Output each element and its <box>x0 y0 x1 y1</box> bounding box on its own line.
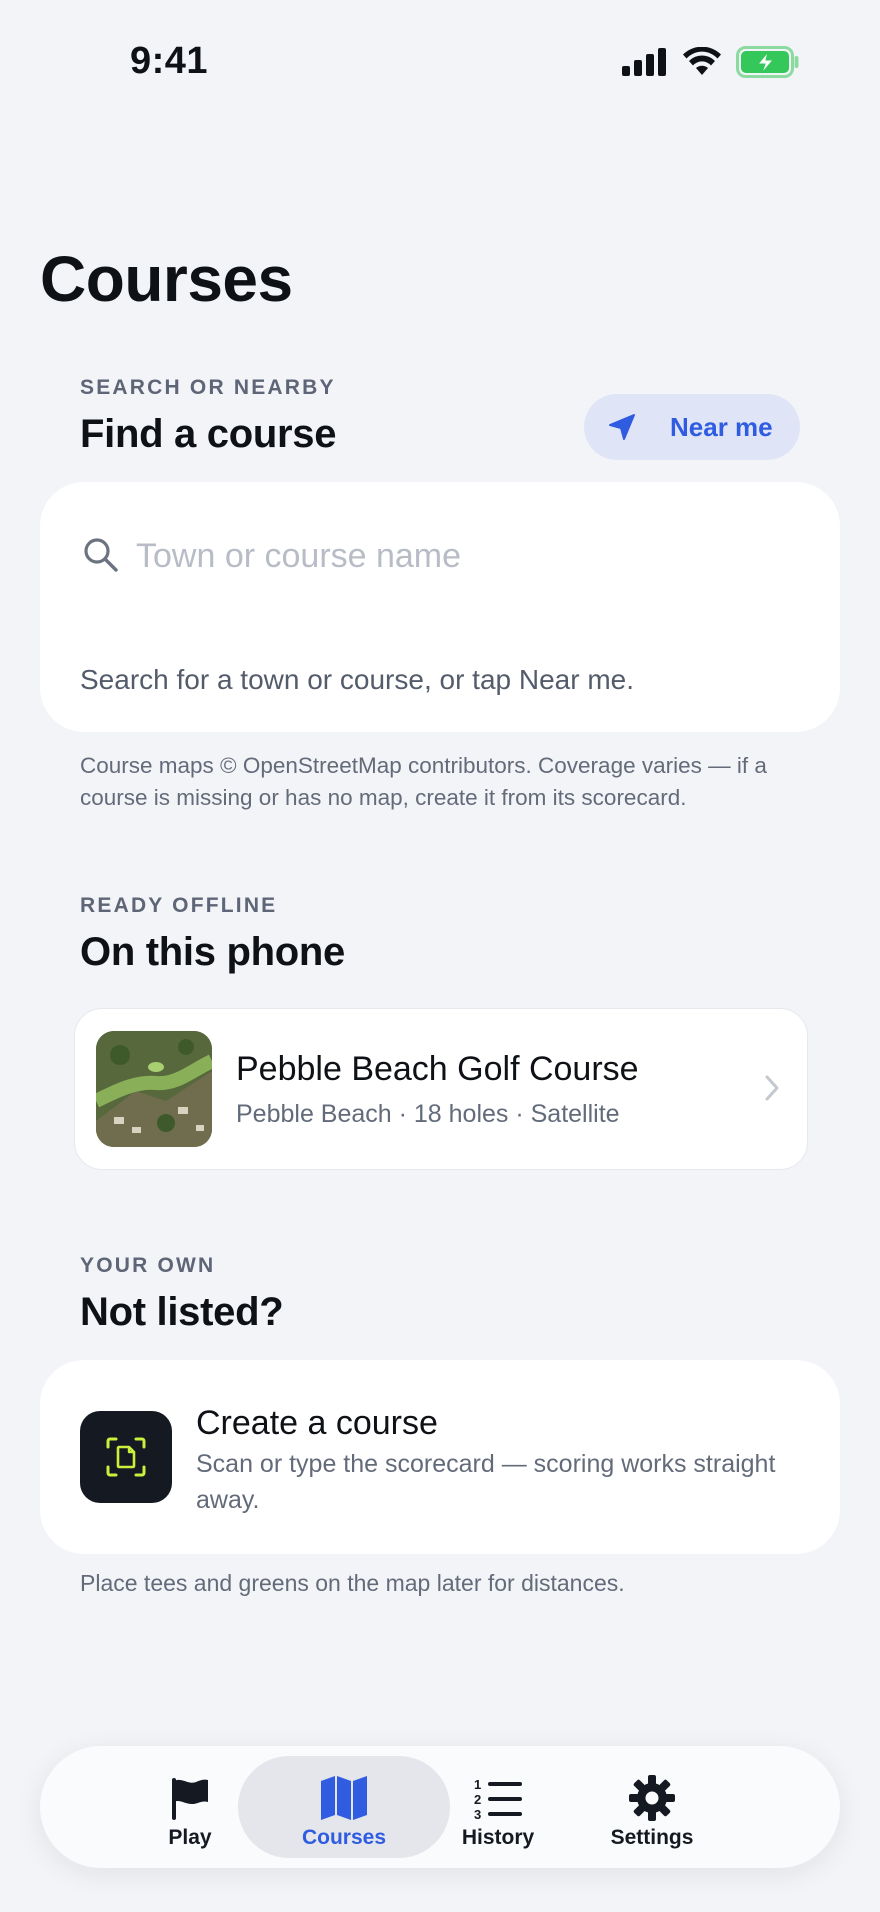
create-course-footnote: Place tees and greens on the map later f… <box>80 1570 625 1596</box>
near-me-label: Near me <box>670 411 773 442</box>
tab-play-label: Play <box>168 1826 212 1849</box>
map-icon <box>321 1776 367 1820</box>
offline-section-title: On this phone <box>80 930 345 974</box>
page-title: Courses <box>40 243 293 315</box>
create-course-description: Scan or type the scorecard — scoring wor… <box>196 1450 776 1514</box>
find-section-title: Find a course <box>80 412 337 456</box>
wifi-icon <box>683 47 721 75</box>
tab-settings-label: Settings <box>610 1826 694 1849</box>
near-me-button[interactable]: Near me <box>584 394 800 460</box>
create-course-title: Create a course <box>196 1404 438 1442</box>
course-name: Pebble Beach Golf Course <box>236 1050 639 1088</box>
location-arrow-icon <box>609 414 635 440</box>
flag-icon <box>172 1778 208 1820</box>
scan-document-icon <box>80 1411 172 1503</box>
status-time: 9:41 <box>130 40 209 82</box>
search-hint: Search for a town or course, or tap Near… <box>80 664 635 695</box>
numbered-list-icon: 1 2 3 <box>474 1777 522 1820</box>
chevron-right-icon <box>765 1075 779 1101</box>
status-icons <box>622 46 800 78</box>
course-satellite-thumbnail <box>96 1031 212 1147</box>
svg-text:2: 2 <box>474 1792 481 1807</box>
cellular-signal-icon <box>622 48 666 76</box>
own-section-title: Not listed? <box>80 1290 284 1334</box>
svg-text:1: 1 <box>474 1777 481 1792</box>
offline-eyebrow: READY OFFLINE <box>80 894 278 917</box>
gear-icon <box>629 1775 675 1821</box>
search-icon <box>84 538 118 572</box>
own-eyebrow: YOUR OWN <box>80 1254 216 1277</box>
tab-bar: Play Courses 1 2 3 History Settings <box>40 1746 840 1868</box>
map-attribution: Course maps © OpenStreetMap contributors… <box>80 753 767 810</box>
course-meta: Pebble Beach · 18 holes · Satellite <box>236 1100 620 1128</box>
svg-text:3: 3 <box>474 1807 481 1820</box>
search-input[interactable] <box>136 532 776 580</box>
find-eyebrow: SEARCH OR NEARBY <box>80 376 336 399</box>
tab-history-label: History <box>461 1826 535 1849</box>
tab-settings[interactable]: Settings <box>546 1756 758 1858</box>
tab-courses-label: Courses <box>301 1826 387 1849</box>
battery-charging-icon <box>736 46 799 78</box>
